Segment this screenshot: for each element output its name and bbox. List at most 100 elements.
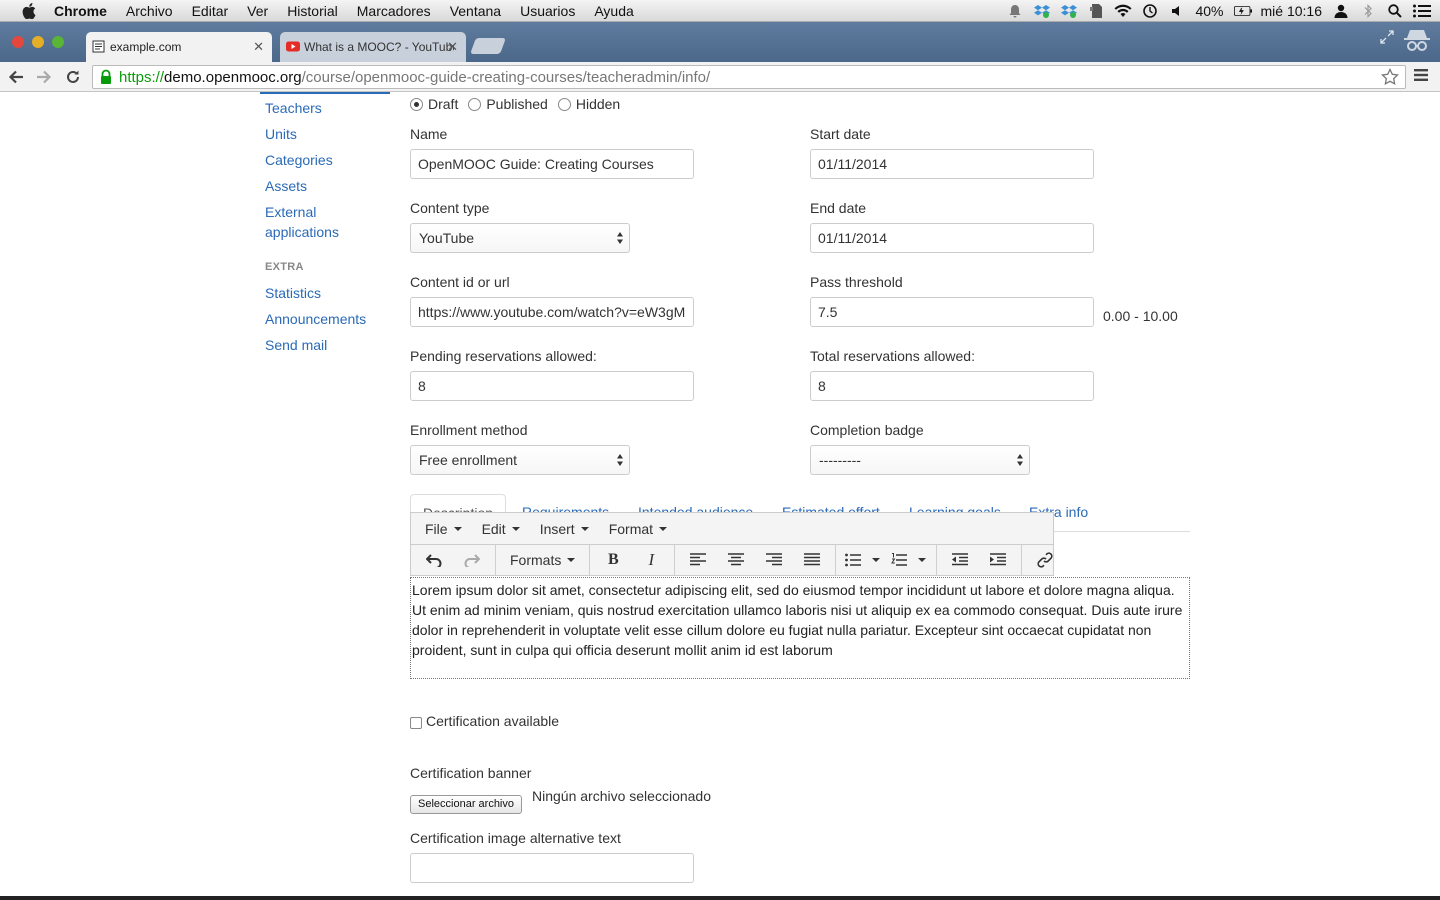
- time-machine-icon[interactable]: [1141, 3, 1159, 19]
- new-tab-button[interactable]: [470, 38, 506, 54]
- tab-title: example.com: [110, 40, 182, 54]
- pass-threshold-input[interactable]: 7.5: [810, 297, 1094, 327]
- menu-app-name[interactable]: Chrome: [54, 3, 107, 19]
- content-type-select[interactable]: YouTube: [410, 223, 630, 253]
- reload-button[interactable]: [63, 67, 83, 87]
- sidebar-item-categories[interactable]: Categories: [265, 150, 333, 170]
- menu-editar[interactable]: Editar: [192, 3, 229, 19]
- bookmark-star-icon[interactable]: [1381, 67, 1399, 86]
- editor-menubar: File Edit Insert Format: [410, 512, 1054, 544]
- end-date-input[interactable]: 01/11/2014: [810, 223, 1094, 253]
- sidebar-item-assets[interactable]: Assets: [265, 176, 307, 196]
- redo-button[interactable]: [453, 546, 491, 574]
- content-id-input[interactable]: https://www.youtube.com/watch?v=eW3gM: [410, 297, 694, 327]
- status-option-published[interactable]: Published: [468, 96, 548, 112]
- menu-label: Format: [608, 520, 654, 537]
- status-label: Published: [486, 96, 548, 112]
- dropbox-sync-icon[interactable]: [1060, 3, 1078, 19]
- insert-link-button[interactable]: [1026, 546, 1064, 574]
- editor-menu-format[interactable]: Format: [608, 520, 668, 537]
- zoom-window-button[interactable]: [52, 36, 64, 48]
- dropbox-icon[interactable]: [1033, 3, 1051, 19]
- evernote-icon[interactable]: [1087, 3, 1105, 19]
- completion-badge-select[interactable]: ---------: [810, 445, 1030, 475]
- formats-dropdown[interactable]: Formats: [500, 546, 585, 574]
- forward-button[interactable]: [34, 67, 54, 87]
- sidebar-item-announcements[interactable]: Announcements: [265, 309, 366, 329]
- choose-file-button[interactable]: Seleccionar archivo: [410, 795, 522, 814]
- fullscreen-icon[interactable]: [1380, 30, 1394, 47]
- certification-alt-input[interactable]: [410, 853, 694, 883]
- apple-icon[interactable]: [20, 2, 38, 20]
- align-right-button[interactable]: [755, 546, 793, 574]
- outdent-button[interactable]: [941, 546, 979, 574]
- menu-label: Edit: [481, 520, 506, 537]
- user-icon[interactable]: [1332, 3, 1350, 19]
- menu-ventana[interactable]: Ventana: [450, 3, 501, 19]
- enrollment-method-select[interactable]: Free enrollment: [410, 445, 630, 475]
- editor-menu-edit[interactable]: Edit: [482, 521, 520, 537]
- status-option-hidden[interactable]: Hidden: [557, 96, 620, 112]
- undo-button[interactable]: [415, 546, 453, 574]
- align-left-button[interactable]: [679, 546, 717, 574]
- editor-menu-file[interactable]: File: [425, 521, 462, 537]
- chrome-menu-icon[interactable]: [1414, 68, 1430, 84]
- sidebar-item-units[interactable]: Units: [265, 124, 297, 144]
- italic-button[interactable]: I: [632, 546, 670, 574]
- sidebar-item-teachers[interactable]: Teachers: [265, 98, 322, 118]
- volume-icon[interactable]: [1168, 3, 1186, 19]
- total-reservations-label: Total reservations allowed:: [810, 348, 975, 364]
- menu-usuarios[interactable]: Usuarios: [520, 3, 575, 19]
- certification-available-checkbox[interactable]: [410, 717, 422, 729]
- bullet-list-options-button[interactable]: [866, 546, 886, 574]
- close-tab-icon[interactable]: ✕: [447, 39, 458, 55]
- address-bar[interactable]: https:// demo.openmooc.org /course/openm…: [92, 65, 1406, 89]
- lock-icon[interactable]: [99, 69, 113, 85]
- spotlight-search-icon[interactable]: [1386, 3, 1404, 19]
- sidebar-active-indicator: [260, 92, 390, 94]
- notification-bell-icon[interactable]: [1006, 3, 1024, 19]
- total-reservations-input[interactable]: 8: [810, 371, 1094, 401]
- bluetooth-icon[interactable]: [1359, 3, 1377, 19]
- wifi-icon[interactable]: [1114, 3, 1132, 19]
- name-input[interactable]: OpenMOOC Guide: Creating Courses: [410, 149, 694, 179]
- browser-tab-example[interactable]: example.com ✕: [86, 32, 272, 62]
- status-label: Draft: [428, 96, 459, 112]
- published-radio[interactable]: [468, 97, 482, 111]
- back-button[interactable]: [6, 67, 26, 87]
- indent-button[interactable]: [979, 546, 1017, 574]
- editor-menu-insert[interactable]: Insert: [540, 521, 589, 537]
- start-date-label: Start date: [810, 126, 871, 142]
- link-icon: [1037, 552, 1053, 568]
- battery-percent[interactable]: 40%: [1195, 3, 1223, 19]
- menu-archivo[interactable]: Archivo: [126, 3, 173, 19]
- status-option-draft[interactable]: Draft: [410, 96, 458, 112]
- browser-tab-youtube[interactable]: What is a MOOC? - YouTube ✕: [280, 32, 466, 62]
- battery-icon[interactable]: [1233, 3, 1252, 19]
- numbered-list-options-button[interactable]: [912, 546, 932, 574]
- justify-button[interactable]: [793, 546, 831, 574]
- menu-historial[interactable]: Historial: [287, 3, 338, 19]
- sidebar-item-statistics[interactable]: Statistics: [265, 283, 321, 303]
- start-date-input[interactable]: 01/11/2014: [810, 149, 1094, 179]
- menu-ayuda[interactable]: Ayuda: [594, 3, 633, 19]
- pending-reservations-input[interactable]: 8: [410, 371, 694, 401]
- menu-ver[interactable]: Ver: [247, 3, 268, 19]
- tab-title: What is a MOOC? - YouTube: [304, 40, 454, 54]
- certification-available-label[interactable]: Certification available: [426, 713, 559, 729]
- close-tab-icon[interactable]: ✕: [253, 39, 264, 55]
- bold-button[interactable]: B: [594, 546, 632, 574]
- bullet-list-button[interactable]: [840, 546, 866, 574]
- close-window-button[interactable]: [12, 36, 24, 48]
- sidebar-item-external-applications[interactable]: External applications: [265, 202, 375, 242]
- minimize-window-button[interactable]: [32, 36, 44, 48]
- draft-radio[interactable]: [410, 97, 423, 111]
- hidden-radio[interactable]: [557, 97, 571, 111]
- menubar-clock[interactable]: mié 10:16: [1261, 3, 1322, 19]
- align-center-button[interactable]: [717, 546, 755, 574]
- sidebar-item-send-mail[interactable]: Send mail: [265, 335, 327, 355]
- notification-center-icon[interactable]: [1413, 3, 1431, 19]
- menu-marcadores[interactable]: Marcadores: [357, 3, 431, 19]
- description-editor-body[interactable]: Lorem ipsum dolor sit amet, consectetur …: [410, 577, 1190, 679]
- numbered-list-button[interactable]: [886, 546, 912, 574]
